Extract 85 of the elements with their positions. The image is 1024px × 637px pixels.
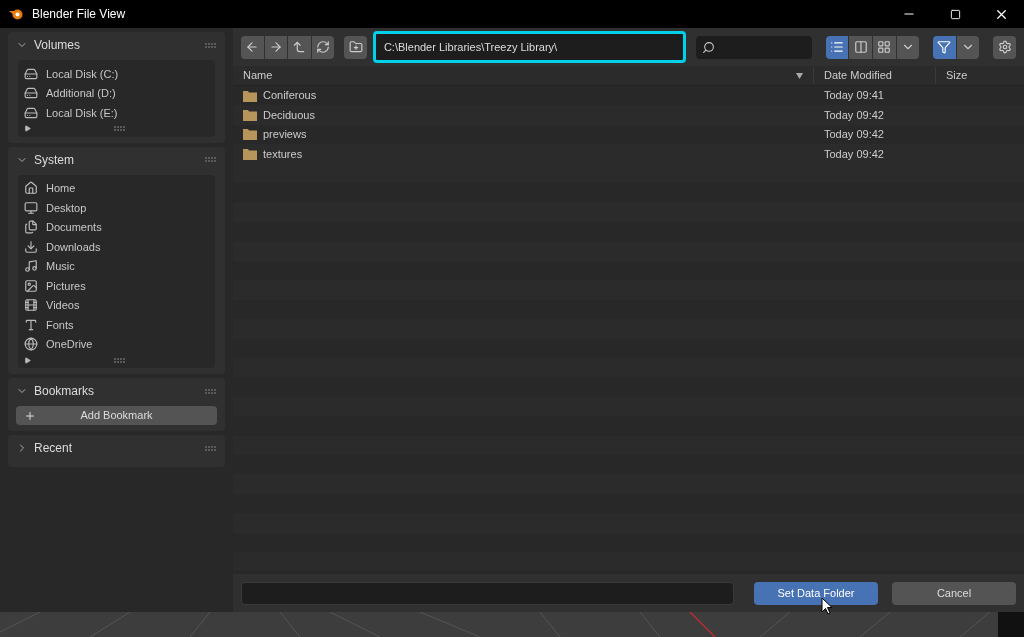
list-view-button[interactable] [825,35,849,59]
filename-field[interactable] [241,581,734,605]
grid-view-button[interactable] [873,35,896,59]
folder-icon [243,109,257,122]
date-modified: Today 09:41 [824,89,884,102]
place-item[interactable]: Documents [46,219,102,236]
mouse-cursor-icon [821,597,833,615]
filter-icon [937,40,952,54]
parent-folder-button[interactable] [288,35,311,59]
file-name: Coniferous [263,88,317,104]
back-button[interactable] [241,35,264,59]
settings-button[interactable] [993,35,1016,59]
monitor-icon [24,200,38,215]
panel-title[interactable]: Recent [34,439,199,457]
cancel-button[interactable]: Cancel [892,581,1016,605]
place-item[interactable]: Music [46,258,75,275]
window-title: Blender File View [32,6,126,23]
folder-icon [243,128,257,141]
disk-drive-icon [24,86,38,101]
expand-triangle-icon[interactable] [24,125,31,132]
place-item[interactable]: OneDrive [46,336,93,353]
column-header[interactable]: Size [946,69,968,82]
refresh-icon [316,40,330,54]
date-modified: Today 09:42 [824,108,884,121]
forward-button[interactable] [264,35,288,59]
grip-icon[interactable] [205,388,217,394]
maximize-icon [949,8,961,20]
list-icon [830,40,845,54]
place-item[interactable]: Local Disk (E:) [46,104,118,121]
file-name: Deciduous [263,107,315,123]
filter-toggle[interactable] [933,35,956,59]
disk-drive-icon [24,66,38,81]
filter-dropdown[interactable] [956,35,980,59]
place-item[interactable]: Local Disk (C:) [46,65,119,82]
date-modified: Today 09:42 [824,128,884,141]
column-header[interactable]: Name [243,67,273,84]
view-options-dropdown[interactable] [896,35,920,59]
grip-icon[interactable] [205,445,217,451]
folder-icon [243,89,257,102]
grip-icon[interactable] [114,126,126,131]
arrow-right-icon [268,40,283,54]
arrow-left-icon [245,40,260,54]
globe-icon [24,337,38,352]
panel-title[interactable]: Volumes [34,36,199,54]
path-field[interactable]: C:\Blender Libraries\Treezy Library\ [372,31,686,63]
column-header[interactable]: Date Modified [824,69,892,82]
music-note-icon [24,259,38,274]
grip-icon[interactable] [205,157,217,162]
picture-icon [24,278,38,293]
columns-icon [853,40,868,54]
search-field[interactable] [695,35,812,59]
grid-icon [877,40,892,54]
documents-icon [24,220,38,235]
panel-title[interactable]: System [34,150,199,169]
grip-icon[interactable] [114,357,126,363]
disk-drive-icon [24,105,38,120]
arrow-up-icon [292,40,307,54]
place-item[interactable]: Fonts [46,316,74,333]
date-modified: Today 09:42 [824,147,884,160]
app-logo-icon [8,7,24,21]
new-folder-button[interactable] [344,35,367,59]
place-item[interactable]: Downloads [46,238,101,255]
plus-icon [24,409,36,422]
place-item[interactable]: Videos [46,297,80,314]
home-icon [24,181,38,196]
place-item[interactable]: Pictures [46,277,86,294]
refresh-button[interactable] [311,35,335,59]
file-name: previews [263,127,307,143]
place-item[interactable]: Additional (D:) [46,85,116,102]
place-item[interactable]: Home [46,180,76,197]
settings-icon [997,40,1012,54]
film-icon [24,298,38,313]
set-data-folder-button[interactable]: Set Data Folder [754,581,878,605]
folder-plus-icon [348,40,363,54]
add-bookmark-button[interactable]: Add Bookmark [16,406,217,425]
columns-view-button[interactable] [849,35,873,59]
folder-icon [243,147,257,160]
download-icon [24,239,38,254]
sort-triangle-icon[interactable] [796,72,803,79]
search-icon [701,40,715,54]
panel-title[interactable]: Bookmarks [34,382,199,400]
grip-icon[interactable] [205,42,217,48]
place-item[interactable]: Desktop [46,199,87,216]
expand-triangle-icon[interactable] [24,356,31,364]
file-name: textures [263,146,303,162]
